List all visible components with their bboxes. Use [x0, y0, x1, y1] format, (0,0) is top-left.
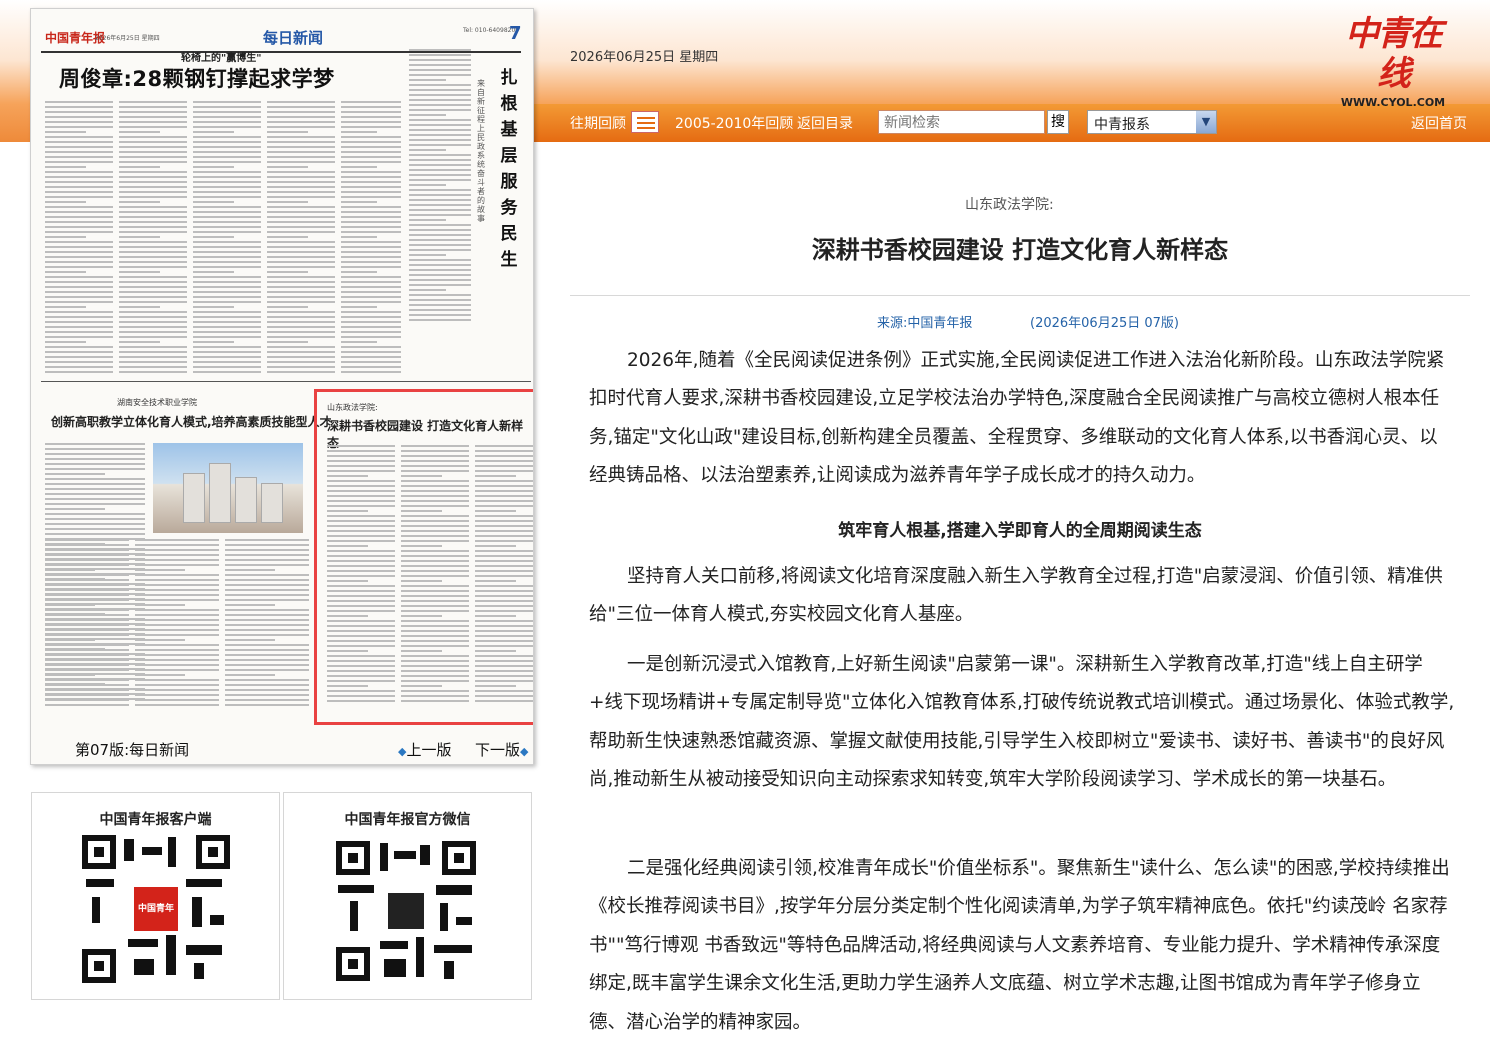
divider — [570, 295, 1470, 296]
wechat-qr-code — [336, 841, 476, 981]
text-column — [401, 445, 469, 705]
client-qr-title: 中国青年报客户端 — [99, 812, 212, 828]
paragraph-4: 二是强化经典阅读引领,校准青年成长"价值坐标系"。聚焦新生"读什么、怎么读"的困… — [589, 858, 1450, 1033]
client-qr-panel: 中国青年报客户端 中国青年报 — [31, 792, 280, 1000]
article-source: 来源:中国青年报 — [877, 316, 973, 331]
paragraph-3: 一是创新沉浸式入馆教育,上好新生阅读"启蒙第一课"。深耕新生入学教育改革,打造"… — [589, 654, 1455, 791]
article-subhead: 筑牢育人根基,搭建入学即育人的全周期阅读生态 — [838, 521, 1202, 541]
header-date: 2026年06月25日 星期四 — [570, 50, 719, 65]
back-to-index-link[interactable]: 返回目录 — [797, 113, 853, 133]
article-date: (2026年06月25日 07版) — [1030, 316, 1179, 331]
logo-text: 中青在线 — [1345, 14, 1443, 94]
text-column — [45, 539, 129, 709]
paper-vertical-sub: 来自新征程上民政系统奋斗者的故事 — [477, 79, 485, 223]
past-review-link[interactable]: 往期回顾 — [570, 113, 626, 133]
box2-kicker: 山东政法学院: — [327, 403, 378, 412]
article-kicker: 山东政法学院: — [965, 197, 1054, 213]
site-logo[interactable]: 中青在线 WWW.CYOL.COM — [1338, 14, 1448, 109]
paper-select[interactable]: 中青报系 ▼ — [1087, 110, 1217, 134]
wechat-qr-panel: 中国青年报官方微信 — [283, 792, 532, 1000]
search-button[interactable]: 搜 — [1047, 110, 1069, 134]
paragraph-2: 坚持育人关口前移,将阅读文化培育深度融入新生入学教育全过程,打造"启蒙浸润、价值… — [589, 566, 1443, 626]
box1-kicker: 湖南安全技术职业学院 — [117, 398, 197, 407]
article-paragraph: 一是创新沉浸式入馆教育,上好新生阅读"启蒙第一课"。深耕新生入学教育改革,打造"… — [589, 646, 1455, 800]
text-column — [193, 101, 261, 376]
paper-kicker[interactable]: 轮椅上的"赢博生" — [181, 49, 261, 64]
text-column — [135, 539, 219, 709]
text-column — [45, 101, 113, 376]
paragraph-1: 2026年,随着《全民阅读促进条例》正式实施,全民阅读促进工作进入法治化新阶段。… — [589, 350, 1445, 487]
text-column — [409, 49, 471, 324]
text-column — [119, 101, 187, 376]
client-qr-code: 中国青年报 — [82, 835, 230, 983]
paper-section: 每日新闻 — [263, 29, 324, 47]
newspaper-page[interactable]: 中国青年报 2026年6月25日 星期四 每日新闻 Tel: 010-64098… — [30, 8, 534, 765]
chevron-down-icon[interactable]: ▼ — [1196, 111, 1216, 133]
text-column — [225, 539, 309, 709]
page-footer-label: 第07版:每日新闻 — [75, 741, 190, 759]
arrow-right-icon: ◆ — [520, 745, 529, 758]
article-paragraph: 坚持育人关口前移,将阅读文化培育深度融入新生入学教育全过程,打造"启蒙浸润、价值… — [589, 558, 1455, 635]
paper-page-number: 7 — [509, 23, 522, 44]
box1-title[interactable]: 创新高职教学立体化育人模式,培养高素质技能型人才 — [51, 413, 332, 430]
paper-vertical-title[interactable]: 扎根基层服务民生 — [497, 65, 521, 273]
text-column — [267, 101, 335, 376]
client-logo-icon: 中国青年报 — [134, 887, 178, 958]
article-title: 深耕书香校园建设 打造文化育人新样态 — [811, 236, 1229, 264]
prev-page-link[interactable]: ◆上一版 — [398, 739, 451, 760]
divider — [41, 381, 531, 382]
search-input[interactable] — [878, 110, 1045, 134]
prev-label: 上一版 — [406, 741, 452, 759]
text-column — [341, 101, 401, 376]
article-paragraph: 二是强化经典阅读引领,校准青年成长"价值坐标系"。聚焦新生"读什么、怎么读"的困… — [589, 850, 1455, 1042]
text-column — [475, 445, 533, 705]
paper-headline[interactable]: 周俊章:28颗钢钉撑起求学梦 — [59, 63, 335, 93]
archive-link[interactable]: 2005-2010年回顾 — [675, 113, 793, 133]
paper-date: 2026年6月25日 星期四 — [95, 35, 160, 42]
next-label: 下一版 — [475, 741, 521, 759]
next-page-link[interactable]: 下一版◆ — [475, 739, 528, 760]
campus-photo — [153, 443, 303, 533]
home-link[interactable]: 返回首页 — [1411, 113, 1467, 133]
logo-url: WWW.CYOL.COM — [1340, 96, 1446, 109]
paper-select-value: 中青报系 — [1094, 117, 1150, 133]
article-paragraph: 2026年,随着《全民阅读促进条例》正式实施,全民阅读促进工作进入法治化新阶段。… — [589, 342, 1455, 496]
calendar-icon[interactable] — [631, 111, 659, 133]
wechat-qr-title: 中国青年报官方微信 — [344, 812, 471, 828]
text-column — [327, 445, 395, 705]
